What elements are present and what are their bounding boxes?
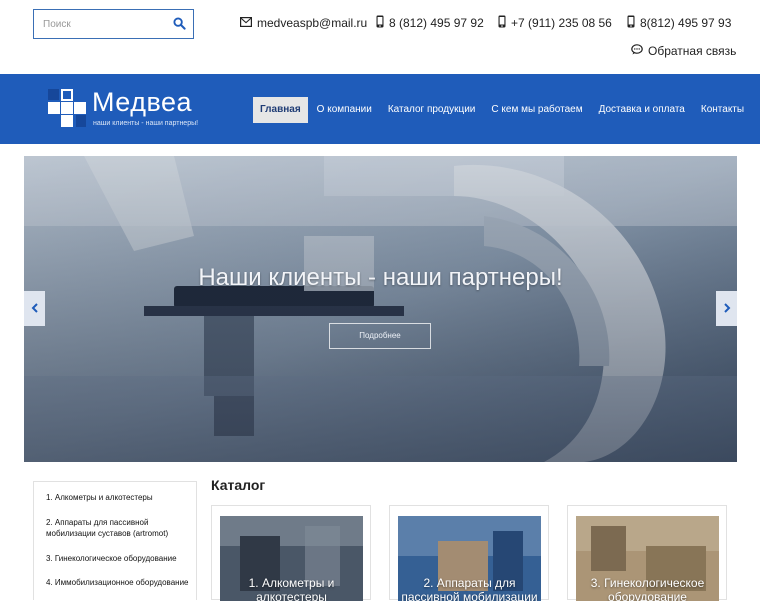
slide-more-button[interactable]: Подробнее: [329, 323, 431, 349]
card-image: 1. Алкометры и алкотестеры: [220, 516, 363, 601]
hero-slide-image: [24, 156, 737, 462]
site-header: Медвеа наши клиенты - наши партнеры! Гла…: [0, 74, 760, 144]
card-image: 2. Аппараты для пассивной мобилизации су…: [398, 516, 541, 601]
card-label: 3. Гинекологическое оборудование: [590, 576, 705, 601]
main-nav: Главная О компании Каталог продукции С к…: [253, 97, 753, 123]
catalog-card-artromot[interactable]: 2. Аппараты для пассивной мобилизации су…: [389, 505, 549, 601]
chat-bubble-icon: [631, 44, 648, 58]
top-bar: medveaspb@mail.ru 8 (812) 495 97 92 +7 (…: [0, 0, 760, 74]
mobile-phone-icon: [498, 15, 511, 31]
hero-slider: Наши клиенты - наши партнеры! Подробнее: [24, 156, 737, 462]
sidebar-item-alcometers[interactable]: 1. Алкометры и алкотестеры: [46, 492, 191, 503]
nav-item-about[interactable]: О компании: [310, 97, 379, 123]
envelope-icon: [240, 16, 257, 30]
chevron-right-icon: [723, 300, 731, 318]
slider-prev-button[interactable]: [24, 291, 45, 326]
mobile-phone-icon: [376, 15, 389, 31]
search-input[interactable]: [34, 10, 166, 38]
chevron-left-icon: [31, 300, 39, 318]
brand-name[interactable]: Медвеа: [92, 87, 192, 118]
phone-contact-1[interactable]: 8 (812) 495 97 92: [376, 14, 484, 32]
phone-text-3: 8(812) 495 97 93: [640, 16, 732, 30]
feedback-link[interactable]: Обратная связь: [631, 42, 736, 60]
catalog-card-alcometers[interactable]: 1. Алкометры и алкотестеры: [211, 505, 371, 601]
phone-contact-3[interactable]: 8(812) 495 97 93: [627, 14, 731, 32]
email-contact[interactable]: medveaspb@mail.ru: [240, 14, 367, 32]
mobile-phone-icon: [627, 15, 640, 31]
phone-text-2: +7 (911) 235 08 56: [511, 16, 612, 30]
category-sidebar: 1. Алкометры и алкотестеры 2. Аппараты д…: [33, 481, 197, 600]
phone-contact-2[interactable]: +7 (911) 235 08 56: [498, 14, 612, 32]
card-label: 1. Алкометры и алкотестеры: [248, 576, 335, 601]
slider-next-button[interactable]: [716, 291, 737, 326]
nav-item-catalog[interactable]: Каталог продукции: [381, 97, 483, 123]
feedback-text: Обратная связь: [648, 44, 737, 58]
nav-item-clients[interactable]: С кем мы работаем: [484, 97, 589, 123]
search-icon[interactable]: [173, 17, 187, 31]
medical-cross-logo-icon[interactable]: [48, 89, 86, 127]
email-text: medveaspb@mail.ru: [257, 16, 368, 30]
sidebar-item-gynecology[interactable]: 3. Гинекологическое оборудование: [46, 553, 191, 564]
brand-tagline: наши клиенты - наши партнеры!: [93, 120, 199, 127]
phone-text-1: 8 (812) 495 97 92: [389, 16, 484, 30]
sidebar-item-artromot[interactable]: 2. Аппараты для пассивной мобилизации су…: [46, 517, 191, 539]
card-label: 2. Аппараты для пассивной мобилизации су…: [401, 576, 538, 601]
nav-item-contacts[interactable]: Контакты: [694, 97, 751, 123]
nav-item-delivery[interactable]: Доставка и оплата: [592, 97, 692, 123]
slide-title: Наши клиенты - наши партнеры!: [198, 264, 563, 291]
search-box: [33, 9, 194, 39]
catalog-title: Каталог: [211, 477, 266, 493]
catalog-card-gynecology[interactable]: 3. Гинекологическое оборудование: [567, 505, 727, 601]
sidebar-item-immobilization[interactable]: 4. Иммобилизационное оборудование: [46, 577, 191, 588]
nav-item-home[interactable]: Главная: [253, 97, 308, 123]
card-image: 3. Гинекологическое оборудование: [576, 516, 719, 601]
